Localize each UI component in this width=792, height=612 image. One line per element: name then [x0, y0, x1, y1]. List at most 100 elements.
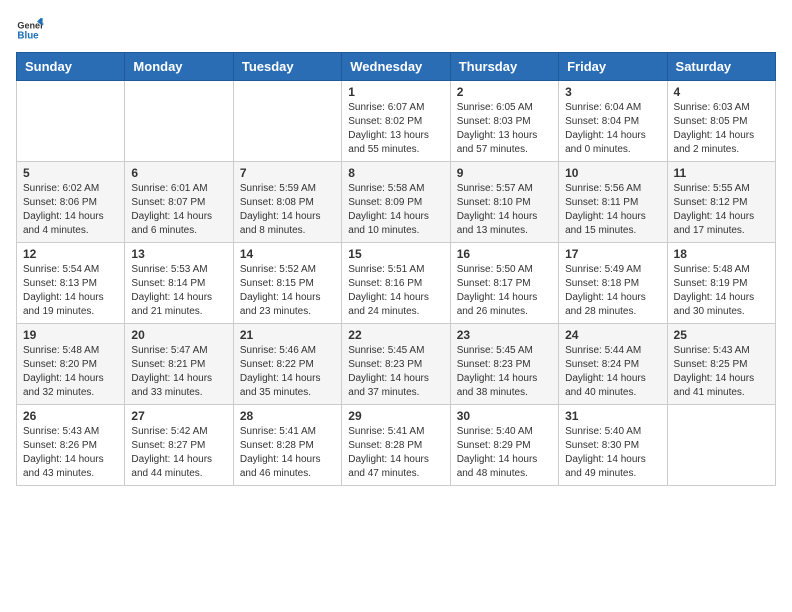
day-info: Sunrise: 5:54 AMSunset: 8:13 PMDaylight:… [23, 263, 118, 319]
day-number: 17 [565, 247, 660, 261]
calendar-cell: 7Sunrise: 5:59 AMSunset: 8:08 PMDaylight… [233, 162, 341, 243]
day-number: 16 [457, 247, 552, 261]
calendar-cell: 2 Sunrise: 6:05 AMSunset: 8:03 PMDaylight… [450, 81, 558, 162]
day-number: 28 [240, 409, 335, 423]
day-number: 8 [348, 166, 443, 180]
weekday-header-monday: Monday [125, 53, 233, 81]
day-info: Sunrise: 5:57 AMSunset: 8:10 PMDaylight:… [457, 182, 552, 238]
day-info: Sunrise: 5:50 AMSunset: 8:17 PMDaylight:… [457, 263, 552, 319]
day-number: 19 [23, 328, 118, 342]
calendar-week-row: 1 Sunrise: 6:07 AMSunset: 8:02 PMDaylight… [17, 81, 776, 162]
calendar-week-row: 19Sunrise: 5:48 AMSunset: 8:20 PMDayligh… [17, 324, 776, 405]
day-info: Sunrise: 6:03 AMSunset: 8:05 PMDaylight:… [674, 101, 769, 157]
calendar-cell: 18Sunrise: 5:48 AMSunset: 8:19 PMDayligh… [667, 243, 775, 324]
calendar-cell: 13 Sunrise: 5:53 AMSunset: 8:14 PMDayligh… [125, 243, 233, 324]
day-info: Sunrise: 6:02 AMSunset: 8:06 PMDaylight:… [23, 182, 118, 238]
day-info: Sunrise: 5:45 AMSunset: 8:23 PMDaylight:… [348, 344, 443, 400]
logo-icon: General Blue [16, 16, 44, 44]
weekday-header-saturday: Saturday [667, 53, 775, 81]
day-number: 3 [565, 85, 660, 99]
calendar-cell: 23 Sunrise: 5:45 AMSunset: 8:23 PMDayligh… [450, 324, 558, 405]
day-number: 31 [565, 409, 660, 423]
calendar-cell: 9 Sunrise: 5:57 AMSunset: 8:10 PMDaylight… [450, 162, 558, 243]
calendar-cell: 11Sunrise: 5:55 AMSunset: 8:12 PMDayligh… [667, 162, 775, 243]
calendar-cell: 15 Sunrise: 5:51 AMSunset: 8:16 PMDayligh… [342, 243, 450, 324]
day-info: Sunrise: 5:42 AMSunset: 8:27 PMDaylight:… [131, 425, 226, 481]
day-info: Sunrise: 5:43 AMSunset: 8:25 PMDaylight:… [674, 344, 769, 400]
day-number: 12 [23, 247, 118, 261]
day-info: Sunrise: 5:43 AMSunset: 8:26 PMDaylight:… [23, 425, 118, 481]
day-info: Sunrise: 5:41 AMSunset: 8:28 PMDaylight:… [348, 425, 443, 481]
calendar-cell: 8 Sunrise: 5:58 AMSunset: 8:09 PMDaylight… [342, 162, 450, 243]
calendar-cell: 24 Sunrise: 5:44 AMSunset: 8:24 PMDayligh… [559, 324, 667, 405]
day-info: Sunrise: 5:44 AMSunset: 8:24 PMDaylight:… [565, 344, 660, 400]
day-number: 2 [457, 85, 552, 99]
weekday-header-thursday: Thursday [450, 53, 558, 81]
calendar-cell: 21 Sunrise: 5:46 AMSunset: 8:22 PMDayligh… [233, 324, 341, 405]
logo: General Blue [16, 16, 44, 44]
weekday-header-tuesday: Tuesday [233, 53, 341, 81]
day-info: Sunrise: 6:05 AMSunset: 8:03 PMDaylight:… [457, 101, 552, 157]
day-number: 13 [131, 247, 226, 261]
day-info: Sunrise: 6:04 AMSunset: 8:04 PMDaylight:… [565, 101, 660, 157]
day-number: 10 [565, 166, 660, 180]
day-number: 4 [674, 85, 769, 99]
day-number: 26 [23, 409, 118, 423]
day-info: Sunrise: 6:01 AMSunset: 8:07 PMDaylight:… [131, 182, 226, 238]
weekday-header-friday: Friday [559, 53, 667, 81]
day-number: 1 [348, 85, 443, 99]
weekday-header-sunday: Sunday [17, 53, 125, 81]
calendar-cell: 22 Sunrise: 5:45 AMSunset: 8:23 PMDayligh… [342, 324, 450, 405]
day-number: 24 [565, 328, 660, 342]
day-info: Sunrise: 6:07 AMSunset: 8:02 PMDaylight:… [348, 101, 443, 157]
day-info: Sunrise: 5:59 AMSunset: 8:08 PMDaylight:… [240, 182, 335, 238]
day-info: Sunrise: 5:46 AMSunset: 8:22 PMDaylight:… [240, 344, 335, 400]
day-number: 23 [457, 328, 552, 342]
calendar-cell: 26 Sunrise: 5:43 AMSunset: 8:26 PMDayligh… [17, 405, 125, 486]
calendar-week-row: 12 Sunrise: 5:54 AMSunset: 8:13 PMDayligh… [17, 243, 776, 324]
day-info: Sunrise: 5:52 AMSunset: 8:15 PMDaylight:… [240, 263, 335, 319]
weekday-header-wednesday: Wednesday [342, 53, 450, 81]
day-number: 30 [457, 409, 552, 423]
calendar-cell: 5Sunrise: 6:02 AMSunset: 8:06 PMDaylight… [17, 162, 125, 243]
calendar-cell: 14 Sunrise: 5:52 AMSunset: 8:15 PMDayligh… [233, 243, 341, 324]
day-info: Sunrise: 5:53 AMSunset: 8:14 PMDaylight:… [131, 263, 226, 319]
calendar-table: SundayMondayTuesdayWednesdayThursdayFrid… [16, 52, 776, 486]
day-number: 29 [348, 409, 443, 423]
calendar-cell: 19Sunrise: 5:48 AMSunset: 8:20 PMDayligh… [17, 324, 125, 405]
day-info: Sunrise: 5:55 AMSunset: 8:12 PMDaylight:… [674, 182, 769, 238]
calendar-week-row: 26 Sunrise: 5:43 AMSunset: 8:26 PMDayligh… [17, 405, 776, 486]
svg-text:Blue: Blue [17, 30, 39, 41]
day-info: Sunrise: 5:45 AMSunset: 8:23 PMDaylight:… [457, 344, 552, 400]
calendar-cell: 12 Sunrise: 5:54 AMSunset: 8:13 PMDayligh… [17, 243, 125, 324]
calendar-cell: 30 Sunrise: 5:40 AMSunset: 8:29 PMDayligh… [450, 405, 558, 486]
calendar-cell [17, 81, 125, 162]
day-info: Sunrise: 5:40 AMSunset: 8:29 PMDaylight:… [457, 425, 552, 481]
day-number: 27 [131, 409, 226, 423]
day-number: 14 [240, 247, 335, 261]
day-number: 20 [131, 328, 226, 342]
calendar-cell: 3 Sunrise: 6:04 AMSunset: 8:04 PMDaylight… [559, 81, 667, 162]
day-info: Sunrise: 5:49 AMSunset: 8:18 PMDaylight:… [565, 263, 660, 319]
day-info: Sunrise: 5:56 AMSunset: 8:11 PMDaylight:… [565, 182, 660, 238]
day-number: 15 [348, 247, 443, 261]
calendar-cell [125, 81, 233, 162]
calendar-week-row: 5Sunrise: 6:02 AMSunset: 8:06 PMDaylight… [17, 162, 776, 243]
day-info: Sunrise: 5:51 AMSunset: 8:16 PMDaylight:… [348, 263, 443, 319]
calendar-cell: 31 Sunrise: 5:40 AMSunset: 8:30 PMDayligh… [559, 405, 667, 486]
calendar-cell: 28 Sunrise: 5:41 AMSunset: 8:28 PMDayligh… [233, 405, 341, 486]
day-number: 9 [457, 166, 552, 180]
calendar-cell: 16 Sunrise: 5:50 AMSunset: 8:17 PMDayligh… [450, 243, 558, 324]
calendar-cell: 20Sunrise: 5:47 AMSunset: 8:21 PMDayligh… [125, 324, 233, 405]
calendar-cell: 29 Sunrise: 5:41 AMSunset: 8:28 PMDayligh… [342, 405, 450, 486]
day-number: 18 [674, 247, 769, 261]
day-info: Sunrise: 5:41 AMSunset: 8:28 PMDaylight:… [240, 425, 335, 481]
day-number: 21 [240, 328, 335, 342]
calendar-cell: 17 Sunrise: 5:49 AMSunset: 8:18 PMDayligh… [559, 243, 667, 324]
calendar-cell [233, 81, 341, 162]
day-number: 22 [348, 328, 443, 342]
calendar-cell [667, 405, 775, 486]
day-info: Sunrise: 5:58 AMSunset: 8:09 PMDaylight:… [348, 182, 443, 238]
page-header: General Blue [16, 16, 776, 44]
day-info: Sunrise: 5:40 AMSunset: 8:30 PMDaylight:… [565, 425, 660, 481]
